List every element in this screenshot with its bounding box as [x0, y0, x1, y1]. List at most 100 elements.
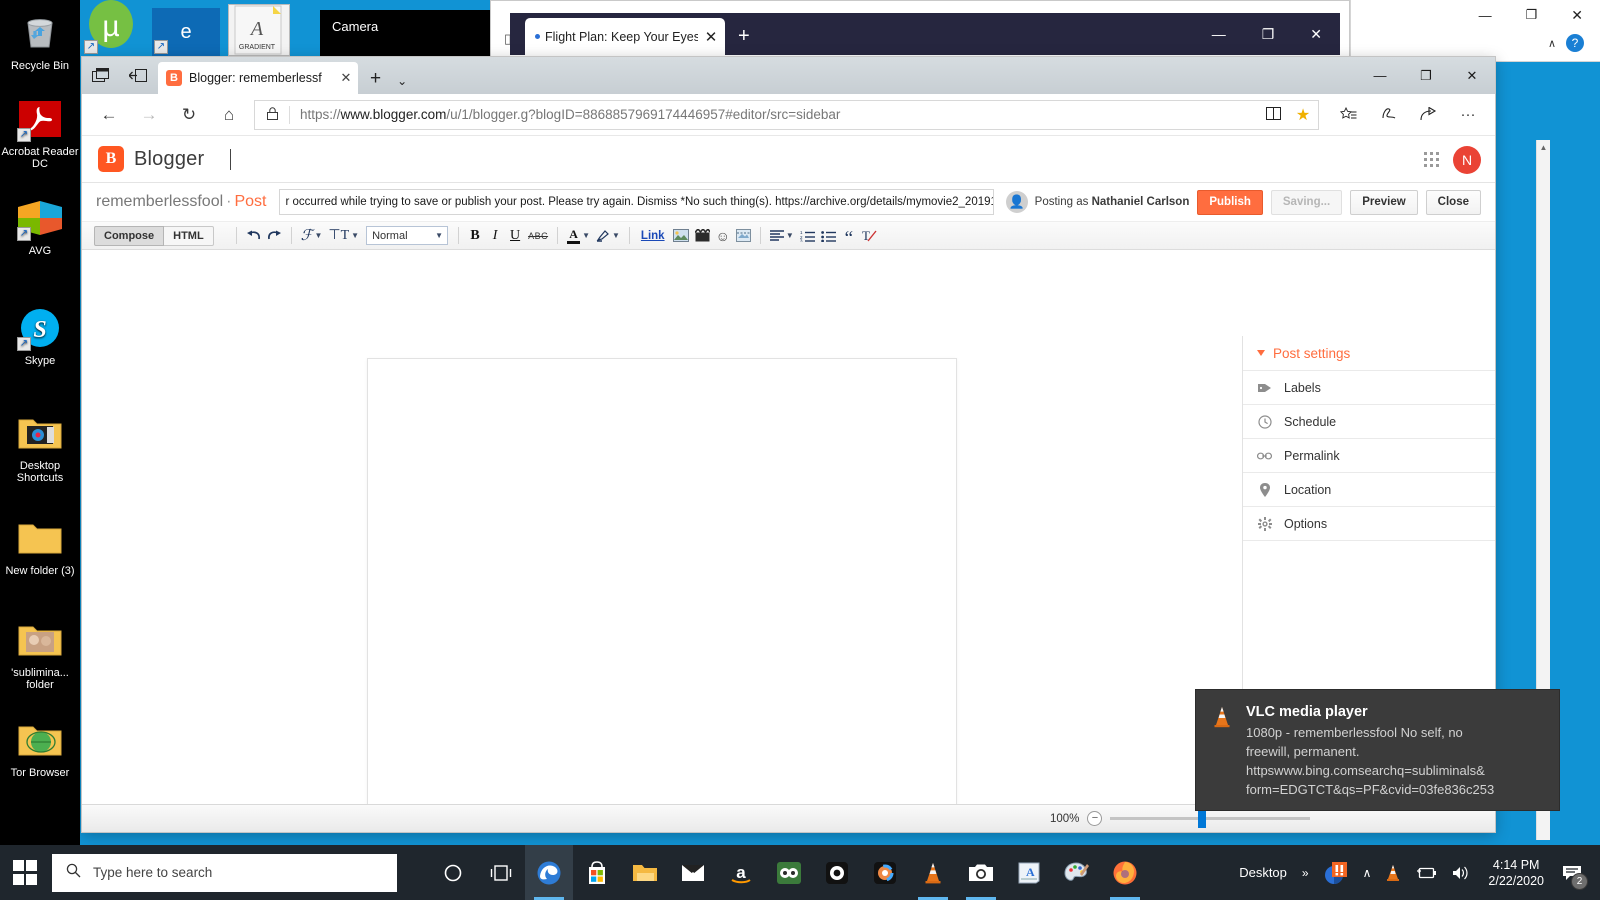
- new-tab-button[interactable]: +: [358, 68, 393, 94]
- taskbar-task-view-button[interactable]: [477, 845, 525, 900]
- tray-desktop-label[interactable]: Desktop: [1231, 865, 1295, 880]
- share-icon[interactable]: [1409, 98, 1447, 132]
- utorrent-tray-icon[interactable]: [1316, 845, 1356, 900]
- close-button[interactable]: ✕: [1449, 57, 1495, 94]
- back-button[interactable]: ←: [90, 98, 128, 132]
- align-icon[interactable]: ▼: [767, 225, 797, 247]
- background-window-right[interactable]: — ❐ ✕ ∧ ?: [1350, 0, 1600, 62]
- setting-location[interactable]: Location: [1243, 473, 1495, 507]
- chevron-up-icon[interactable]: ∧: [1356, 845, 1379, 900]
- italic-button[interactable]: I: [485, 225, 505, 247]
- zoom-slider-thumb[interactable]: [1198, 809, 1207, 828]
- maximize-button[interactable]: ❐: [1244, 26, 1293, 43]
- scroll-up-icon[interactable]: ▲: [1537, 140, 1550, 152]
- more-options-button[interactable]: ···: [1449, 98, 1487, 132]
- save-button[interactable]: Saving...: [1270, 189, 1343, 215]
- bold-button[interactable]: B: [465, 225, 485, 247]
- blogger-logo-icon[interactable]: B: [98, 146, 124, 172]
- taskbar-mail-button[interactable]: [669, 845, 717, 900]
- close-button[interactable]: Close: [1425, 189, 1481, 215]
- zoom-out-button[interactable]: −: [1087, 811, 1103, 826]
- post-settings-header[interactable]: Post settings: [1243, 336, 1495, 371]
- tab-html[interactable]: HTML: [164, 225, 214, 246]
- search-input[interactable]: Type here to search: [52, 853, 397, 892]
- taskbar-file-explorer-button[interactable]: [621, 845, 669, 900]
- volume-icon[interactable]: [1444, 845, 1478, 900]
- chevron-up-icon[interactable]: ∧: [1548, 37, 1556, 50]
- refresh-button[interactable]: ↻: [170, 98, 208, 132]
- favorites-hub-icon[interactable]: [1329, 98, 1367, 132]
- set-aside-tabs-icon[interactable]: [119, 57, 156, 94]
- desktop-icon-acrobat-reader-dc[interactable]: ↗ Acrobat Reader DC: [0, 96, 80, 170]
- camera-window[interactable]: Camera: [320, 10, 510, 56]
- jump-break-icon[interactable]: [733, 225, 754, 247]
- taskbar-vlc-button[interactable]: [909, 845, 957, 900]
- close-button[interactable]: ✕: [1292, 26, 1340, 43]
- font-family-icon[interactable]: ℱ ▼: [298, 225, 326, 247]
- new-tab-button[interactable]: +: [738, 25, 750, 48]
- clock[interactable]: 4:14 PM 2/22/2020: [1478, 857, 1554, 889]
- font-size-icon[interactable]: ⊤T ▼: [325, 225, 362, 247]
- flight-plan-tab[interactable]: Flight Plan: Keep Your Eyes on t ✕: [525, 18, 725, 55]
- action-center-button[interactable]: 2: [1554, 845, 1594, 900]
- tab-compose[interactable]: Compose: [94, 225, 165, 246]
- remove-formatting-icon[interactable]: T: [859, 225, 880, 247]
- avatar[interactable]: N: [1453, 145, 1481, 174]
- taskbar-firefox-button[interactable]: [1101, 845, 1149, 900]
- browser-tab-blogger[interactable]: B Blogger: rememberlessf ✕: [158, 62, 358, 94]
- vlc-notification-toast[interactable]: VLC media player 1080p - rememberlessfoo…: [1196, 690, 1559, 810]
- maximize-button[interactable]: ❐: [1509, 7, 1555, 23]
- highlighter-icon[interactable]: ▼: [593, 225, 623, 247]
- insert-emoji-icon[interactable]: ☺: [713, 225, 733, 247]
- desktop-icon-desktop-shortcuts[interactable]: Desktop Shortcuts: [0, 410, 80, 484]
- close-button[interactable]: ✕: [1554, 7, 1600, 24]
- setting-permalink[interactable]: Permalink: [1243, 439, 1495, 473]
- favorite-star-icon[interactable]: ★: [1288, 105, 1318, 125]
- post-title-input[interactable]: r occurred while trying to save or publi…: [278, 189, 994, 215]
- bulleted-list-icon[interactable]: [818, 225, 839, 247]
- redo-icon[interactable]: [264, 225, 285, 247]
- post-body-editor[interactable]: [367, 358, 957, 832]
- setting-options[interactable]: Options: [1243, 507, 1495, 541]
- underline-button[interactable]: U: [505, 225, 525, 247]
- desktop-icon-recycle-bin[interactable]: Recycle Bin: [0, 10, 80, 72]
- taskbar-edge-button[interactable]: [525, 845, 573, 900]
- chevron-down-icon[interactable]: ⌄: [393, 74, 417, 94]
- tray-overflow-icon[interactable]: »: [1295, 845, 1316, 900]
- battery-icon[interactable]: [1408, 845, 1444, 900]
- flight-plan-browser-window[interactable]: Flight Plan: Keep Your Eyes on t ✕ + — ❐…: [510, 13, 1340, 55]
- tab-preview-icon[interactable]: [82, 57, 119, 94]
- desktop-icon-tor-browser[interactable]: Tor Browser: [0, 717, 80, 779]
- numbered-list-icon[interactable]: 123: [797, 225, 818, 247]
- minimize-button[interactable]: —: [1194, 26, 1244, 42]
- blockquote-button[interactable]: “: [839, 225, 859, 248]
- address-bar[interactable]: https://www.blogger.com/u/1/blogger.g?bl…: [254, 99, 1319, 130]
- taskbar-cortana-button[interactable]: [429, 845, 477, 900]
- publish-button[interactable]: Publish: [1197, 189, 1263, 215]
- insert-video-icon[interactable]: [692, 225, 713, 247]
- taskbar-camera-button[interactable]: [957, 845, 1005, 900]
- desktop-icon-skype[interactable]: S ↗ Skype: [0, 305, 80, 367]
- minimize-button[interactable]: —: [1357, 57, 1403, 94]
- zoom-slider[interactable]: [1110, 809, 1311, 828]
- reading-view-icon[interactable]: [1258, 106, 1288, 123]
- insert-link-button[interactable]: Link: [636, 225, 670, 247]
- desktop-icon-avg[interactable]: ↗ AVG: [0, 195, 80, 257]
- text-color-button[interactable]: A ▼: [564, 225, 593, 247]
- utorrent-desktop-icon[interactable]: µ ↗: [80, 0, 148, 56]
- forward-button[interactable]: →: [130, 98, 168, 132]
- edge-desktop-icon[interactable]: e ↗: [152, 8, 220, 56]
- desktop-icon-subliminal-folder[interactable]: 'sublimina... folder: [0, 617, 80, 691]
- maximize-button[interactable]: ❐: [1403, 57, 1449, 94]
- undo-icon[interactable]: [243, 225, 264, 247]
- url-text[interactable]: https://www.blogger.com/u/1/blogger.g?bl…: [290, 107, 1258, 122]
- insert-image-icon[interactable]: [670, 225, 692, 247]
- setting-labels[interactable]: Labels: [1243, 371, 1495, 405]
- help-icon[interactable]: ?: [1566, 34, 1584, 52]
- taskbar-tripadvisor-button[interactable]: [765, 845, 813, 900]
- close-icon[interactable]: ✕: [338, 70, 354, 86]
- gradient-desktop-icon[interactable]: A GRADIENT: [228, 4, 290, 56]
- setting-schedule[interactable]: Schedule: [1243, 405, 1495, 439]
- taskbar-paint-button[interactable]: [1053, 845, 1101, 900]
- taskbar-amazon-button[interactable]: a: [717, 845, 765, 900]
